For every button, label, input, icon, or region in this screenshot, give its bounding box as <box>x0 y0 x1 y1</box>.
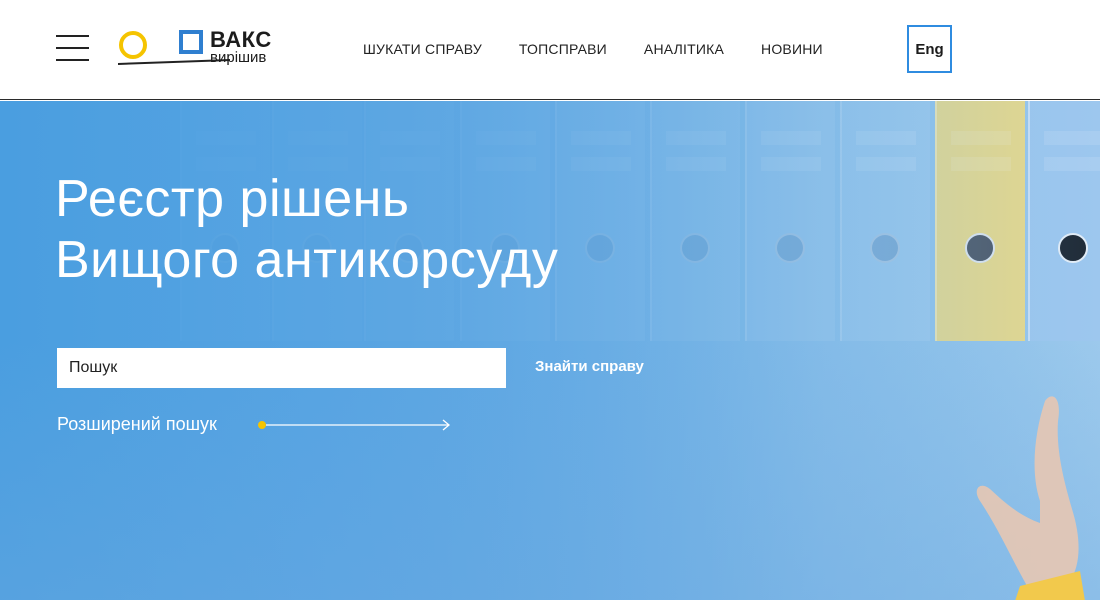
logo[interactable]: ВАКС вирішив <box>118 28 288 70</box>
arrow-right-icon <box>257 419 450 430</box>
nav-news[interactable]: НОВИНИ <box>761 40 823 60</box>
hero-title-line1: Реєстр рішень <box>55 170 410 228</box>
main-nav: ШУКАТИ СПРАВУ ТОПСПРАВИ АНАЛІТИКА НОВИНИ <box>363 40 860 60</box>
nav-top-cases[interactable]: ТОПСПРАВИ <box>519 40 607 60</box>
language-button[interactable]: Eng <box>907 25 952 73</box>
hand-illustration <box>976 396 1085 600</box>
hero-title-line2: Вищого антикорсуду <box>55 231 559 289</box>
advanced-search-link[interactable]: Розширений пошук <box>57 414 453 435</box>
find-case-button[interactable]: Знайти справу <box>535 358 644 375</box>
nav-search-case[interactable]: ШУКАТИ СПРАВУ <box>363 40 482 60</box>
search-input[interactable] <box>57 348 506 388</box>
logo-subtitle: вирішив <box>210 49 267 66</box>
nav-analytics[interactable]: АНАЛІТИКА <box>644 40 724 60</box>
advanced-search-label: Розширений пошук <box>57 414 217 434</box>
hero-title: Реєстр рішень Вищого антикорсуду <box>55 169 755 291</box>
hero-section: Реєстр рішень Вищого антикорсуду Знайти … <box>0 101 1100 600</box>
site-header: ВАКС вирішив ШУКАТИ СПРАВУ ТОПСПРАВИ АНА… <box>0 0 1100 100</box>
menu-icon[interactable] <box>56 35 89 63</box>
logo-ring-icon <box>119 31 147 59</box>
logo-square-icon <box>179 30 203 54</box>
